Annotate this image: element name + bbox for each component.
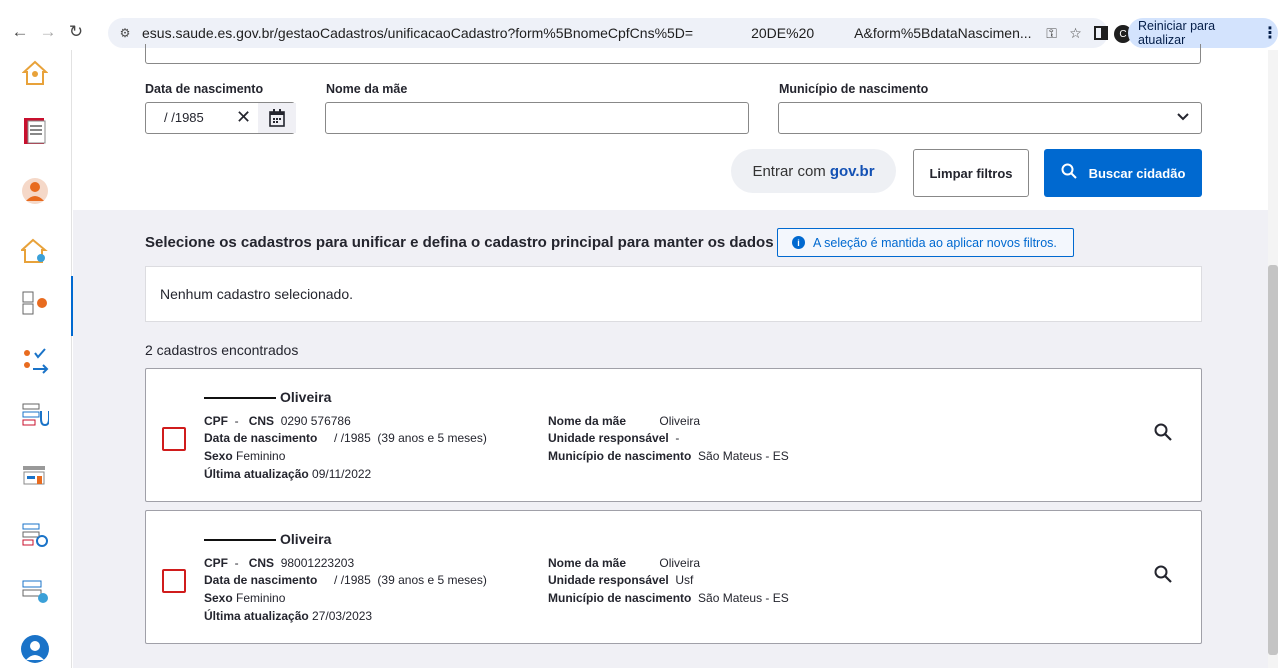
scheduled-records-icon[interactable] <box>20 520 50 550</box>
record-checkbox[interactable] <box>162 569 186 593</box>
record-updated: Última atualização 09/11/2022 <box>204 467 372 481</box>
forward-arrow-icon[interactable]: → <box>34 18 62 46</box>
record-birth: Data de nascimento / /1985 (39 anos e 5 … <box>204 431 487 445</box>
more-vert-icon[interactable]: ⋮ <box>1262 23 1278 43</box>
record-municipality: Município de nascimento São Mateus - ES <box>548 449 789 463</box>
record-name-text: Oliveira <box>280 531 332 547</box>
birth-municipality-label: Município de nascimento <box>779 82 929 96</box>
calendar-icon[interactable] <box>258 103 296 133</box>
govbr-prefix: Entrar com <box>752 162 826 180</box>
record-name: Oliveira <box>204 531 331 547</box>
record-cpf-cns: CPF - CNS 0290 576786 <box>204 414 351 428</box>
record-unit: Unidade responsável - <box>548 431 680 445</box>
results-panel: Selecione os cadastros para unificar e d… <box>73 210 1268 668</box>
reload-icon[interactable]: ↻ <box>62 18 90 46</box>
record-mother: Nome da mãe Oliveira <box>548 414 701 428</box>
record-mother: Nome da mãe Oliveira <box>548 556 701 570</box>
mother-name-label: Nome da mãe <box>326 82 408 96</box>
avatar[interactable]: C <box>1098 25 1132 43</box>
clear-date-icon[interactable]: ✕ <box>236 107 251 128</box>
page-scrollbar-thumb[interactable] <box>1268 265 1278 655</box>
selection-instruction: Selecione os cadastros para unificar e d… <box>145 234 774 251</box>
home-settings-icon[interactable] <box>20 236 50 266</box>
records-citizen-icon[interactable] <box>20 288 50 318</box>
record-cpf-cns: CPF - CNS 98001223203 <box>204 556 355 570</box>
health-records-icon[interactable] <box>20 400 50 430</box>
record-checkbox[interactable] <box>162 427 186 451</box>
clear-filters-button[interactable]: Limpar filtros <box>913 149 1029 197</box>
filter-panel: Data de nascimento / /1985 ✕ Nome da mãe… <box>73 44 1268 210</box>
doctor-avatar-icon[interactable] <box>20 634 50 664</box>
home-icon[interactable] <box>20 58 50 88</box>
site-info-icon[interactable]: ⚙ <box>114 22 136 44</box>
mother-name-input[interactable] <box>325 102 749 134</box>
search-citizen-button[interactable]: Buscar cidadão <box>1044 149 1202 197</box>
birth-municipality-select[interactable] <box>778 102 1202 134</box>
chevron-down-icon <box>1177 109 1189 125</box>
record-name-text: Oliveira <box>280 389 332 405</box>
record-sex: Sexo Feminino <box>204 449 286 463</box>
found-count: 2 cadastros encontrados <box>145 342 299 358</box>
birth-date-label: Data de nascimento <box>145 82 264 96</box>
govbr-login-button[interactable]: Entrar com gov.br <box>731 149 896 193</box>
url-text: esus.saude.es.gov.br/gestaoCadastros/uni… <box>142 25 1032 41</box>
record-unit: Unidade responsável Usf <box>548 573 694 587</box>
view-details-search-icon[interactable] <box>1154 423 1172 447</box>
main-content: Data de nascimento / /1985 ✕ Nome da mãe… <box>73 44 1268 668</box>
cds-document-icon[interactable] <box>20 116 50 146</box>
record-sex: Sexo Feminino <box>204 591 286 605</box>
record-birth: Data de nascimento / /1985 (39 anos e 5 … <box>204 573 487 587</box>
citizen-profile-icon[interactable] <box>20 176 50 206</box>
record-municipality: Município de nascimento São Mateus - ES <box>548 591 789 605</box>
govbr-brand: gov.br <box>829 162 875 180</box>
view-details-search-icon[interactable] <box>1154 565 1172 589</box>
record-card: Oliveira CPF - CNS 98001223203 Data de n… <box>145 510 1202 644</box>
info-badge: i A seleção é mantida ao aplicar novos f… <box>777 228 1074 257</box>
app-sidebar <box>0 50 74 668</box>
record-name: Oliveira <box>204 389 331 405</box>
info-icon: i <box>792 236 805 249</box>
birth-date-field[interactable]: / /1985 ✕ <box>145 102 296 134</box>
info-text: A seleção é mantida ao aplicar novos fil… <box>813 235 1057 250</box>
archive-icon[interactable] <box>20 460 50 490</box>
url-part-1: esus.saude.es.gov.br/gestaoCadastros/uni… <box>142 25 694 41</box>
name-cpf-cns-field[interactable] <box>145 44 1201 64</box>
bookmark-star-icon[interactable]: ☆ <box>1064 21 1088 45</box>
records-settings-icon[interactable] <box>20 576 50 606</box>
record-card: Oliveira CPF - CNS 0290 576786 Data de n… <box>145 368 1202 502</box>
selected-records-text: Nenhum cadastro selecionado. <box>160 286 354 302</box>
search-citizen-label: Buscar cidadão <box>1088 165 1186 181</box>
record-updated: Última atualização 27/03/2023 <box>204 609 373 623</box>
unify-records-icon[interactable] <box>20 346 50 376</box>
restart-update-label: Reiniciar para atualizar <box>1138 19 1216 47</box>
password-key-icon[interactable]: ⚿ <box>1040 21 1064 45</box>
back-arrow-icon[interactable]: ← <box>6 18 34 46</box>
url-part-3: A&form%5BdataNascimen... <box>854 25 1032 41</box>
search-icon <box>1061 163 1077 184</box>
birth-date-value: / /1985 <box>164 110 204 125</box>
selected-records-box: Nenhum cadastro selecionado. <box>145 266 1202 322</box>
url-part-2: 20DE%20 <box>751 25 815 41</box>
